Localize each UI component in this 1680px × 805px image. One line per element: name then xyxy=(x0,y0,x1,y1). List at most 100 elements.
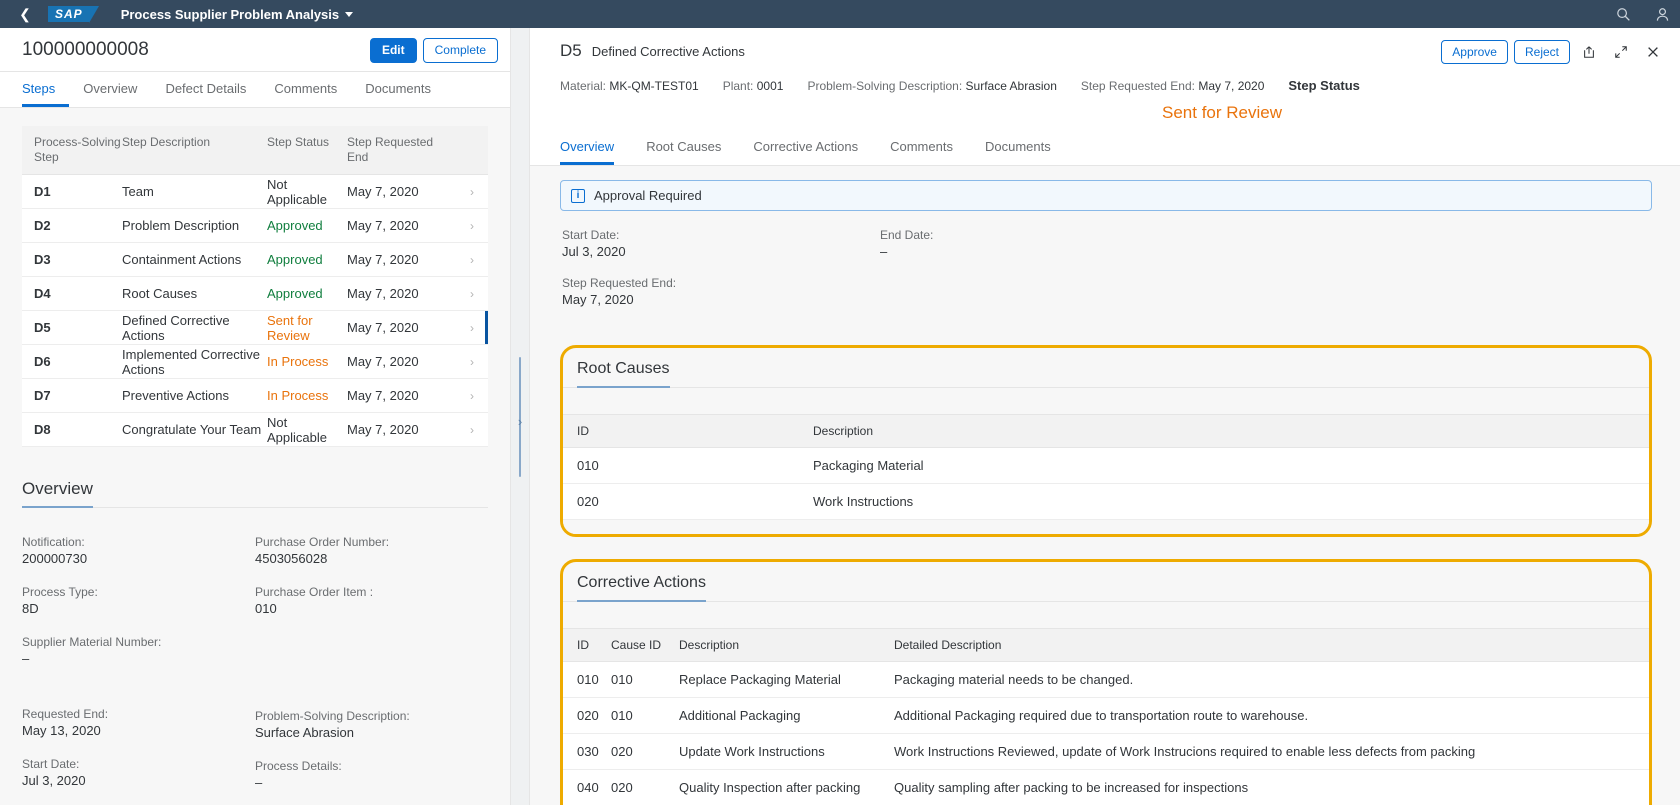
chevron-right-icon[interactable]: › xyxy=(457,253,487,267)
cell-ca-description: Quality Inspection after packing xyxy=(679,769,894,805)
table-row[interactable]: 010 Packaging Material xyxy=(563,447,1649,484)
cell-end: May 7, 2020 xyxy=(347,422,419,437)
tab-comments[interactable]: Comments xyxy=(274,72,351,107)
detail-date-fields: Start Date: Jul 3, 2020 Step Requested E… xyxy=(560,227,1652,323)
edit-button[interactable]: Edit xyxy=(369,38,417,63)
right-panel: D5 Defined Corrective Actions Approve Re… xyxy=(530,28,1680,805)
cell-ca-cause-id: 010 xyxy=(611,697,679,734)
col-rc-description[interactable]: Description xyxy=(813,414,1649,448)
meta-step-requested-end: Step Requested End: May 7, 2020 xyxy=(1080,79,1265,93)
cell-ca-detail: Quality sampling after packing to be inc… xyxy=(894,769,1649,805)
chevron-right-icon[interactable]: › xyxy=(457,355,487,369)
cell-step: D5 xyxy=(34,320,51,335)
corrective-actions-title: Corrective Actions xyxy=(577,574,706,602)
table-row[interactable]: 030 020 Update Work Instructions Work In… xyxy=(563,733,1649,770)
cell-desc: Root Causes xyxy=(122,286,198,301)
cell-desc: Containment Actions xyxy=(122,252,242,267)
cell-ca-id: 030 xyxy=(563,733,611,770)
workspace: 100000000008 Edit Complete Steps Overvie… xyxy=(0,28,1680,805)
cell-desc: Implemented Corrective Actions xyxy=(122,346,260,377)
left-scroll-area[interactable]: Process-Solving Step Step Description St… xyxy=(0,108,510,805)
approve-button[interactable]: Approve xyxy=(1441,40,1508,64)
back-icon[interactable]: ❮ xyxy=(12,3,38,25)
tab-documents[interactable]: Documents xyxy=(365,72,445,107)
tab-defect-details[interactable]: Defect Details xyxy=(165,72,260,107)
cell-status: Approved xyxy=(267,252,323,267)
table-row[interactable]: D8 Congratulate Your Team Not Applicable… xyxy=(22,413,488,447)
chevron-right-icon[interactable]: › xyxy=(457,287,487,301)
left-panel: 100000000008 Edit Complete Steps Overvie… xyxy=(0,28,510,805)
table-row[interactable]: D2 Problem Description Approved May 7, 2… xyxy=(22,209,488,243)
cell-ca-id: 040 xyxy=(563,769,611,805)
table-row[interactable]: D3 Containment Actions Approved May 7, 2… xyxy=(22,243,488,277)
cell-ca-detail: Packaging material needs to be changed. xyxy=(894,661,1649,698)
cell-ca-cause-id: 010 xyxy=(611,661,679,698)
field-process-details: Process Details: – xyxy=(255,759,342,790)
search-icon[interactable] xyxy=(1616,7,1631,22)
cell-end: May 7, 2020 xyxy=(347,354,419,369)
chevron-right-icon[interactable]: › xyxy=(457,389,487,403)
field-purchase-order-item: Purchase Order Item : 010 xyxy=(255,585,374,616)
table-row[interactable]: 010 010 Replace Packaging Material Packa… xyxy=(563,661,1649,698)
col-rc-id[interactable]: ID xyxy=(563,414,813,448)
full-screen-icon[interactable] xyxy=(1608,40,1634,64)
col-step-requested-end: Step Requested End xyxy=(347,135,434,164)
cell-end: May 7, 2020 xyxy=(347,388,419,403)
chevron-right-icon[interactable]: › xyxy=(457,219,487,233)
tab-detail-documents[interactable]: Documents xyxy=(985,139,1051,165)
app-title-menu[interactable]: Process Supplier Problem Analysis xyxy=(120,6,354,22)
meta-material: Material: MK-QM-TEST01 xyxy=(560,79,699,93)
chevron-right-icon[interactable]: › xyxy=(518,414,522,429)
cell-step: D4 xyxy=(34,286,51,301)
col-ca-id[interactable]: ID xyxy=(563,628,611,662)
table-row-selected[interactable]: D5 Defined Corrective Actions Sent for R… xyxy=(22,311,488,345)
detail-step-title: Defined Corrective Actions xyxy=(591,44,745,59)
table-row[interactable]: 020 Work Instructions xyxy=(563,483,1649,520)
table-row[interactable]: D7 Preventive Actions In Process May 7, … xyxy=(22,379,488,413)
cell-status: In Process xyxy=(267,354,329,369)
meta-problem-solving-description: Problem-Solving Description: Surface Abr… xyxy=(807,79,1057,93)
panel-splitter[interactable]: › xyxy=(510,28,530,805)
cell-rc-id: 010 xyxy=(563,447,813,484)
tab-steps[interactable]: Steps xyxy=(22,72,70,107)
close-icon[interactable] xyxy=(1640,40,1666,64)
meta-step-status-label: Step Status xyxy=(1288,78,1360,93)
table-row[interactable]: 040 020 Quality Inspection after packing… xyxy=(563,769,1649,805)
user-icon[interactable] xyxy=(1655,7,1670,22)
col-ca-cause-id[interactable]: Cause ID xyxy=(611,628,679,662)
table-row[interactable]: 020 010 Additional Packaging Additional … xyxy=(563,697,1649,734)
tab-detail-comments[interactable]: Comments xyxy=(890,139,953,165)
field-supplier-material-number: Supplier Material Number: – xyxy=(22,635,162,666)
cell-ca-description: Replace Packaging Material xyxy=(679,661,894,698)
tab-detail-corrective-actions[interactable]: Corrective Actions xyxy=(753,139,858,165)
detail-header: D5 Defined Corrective Actions Approve Re… xyxy=(530,28,1680,123)
shell-actions xyxy=(1616,0,1670,28)
complete-button[interactable]: Complete xyxy=(422,38,498,63)
field-detail-step-requested-end: Step Requested End: May 7, 2020 xyxy=(562,276,677,307)
chevron-right-icon[interactable]: › xyxy=(457,185,487,199)
chevron-down-icon xyxy=(345,11,354,17)
cell-end: May 7, 2020 xyxy=(347,252,419,267)
field-detail-end-date: End Date: – xyxy=(880,228,934,259)
detail-scroll-area[interactable]: i Approval Required Start Date: Jul 3, 2… xyxy=(530,166,1680,805)
cell-end: May 7, 2020 xyxy=(347,184,419,199)
chevron-right-icon[interactable]: › xyxy=(457,321,487,335)
reject-button[interactable]: Reject xyxy=(1513,40,1570,64)
col-ca-detailed-description[interactable]: Detailed Description xyxy=(894,628,1649,662)
tab-overview[interactable]: Overview xyxy=(83,72,151,107)
overview-section: Overview Notification: 200000730 Process… xyxy=(0,479,488,805)
col-process-solving-step: Process-Solving Step xyxy=(34,135,121,164)
detail-actions: Approve Reject xyxy=(1441,40,1666,64)
col-ca-description[interactable]: Description xyxy=(679,628,894,662)
status-badge-row: Sent for Review xyxy=(560,103,1666,123)
tab-detail-root-causes[interactable]: Root Causes xyxy=(646,139,721,165)
chevron-right-icon[interactable]: › xyxy=(457,423,487,437)
table-row[interactable]: D6 Implemented Corrective Actions In Pro… xyxy=(22,345,488,379)
tab-detail-overview[interactable]: Overview xyxy=(560,139,615,165)
share-icon[interactable] xyxy=(1576,40,1602,64)
cell-ca-id: 010 xyxy=(563,661,611,698)
cell-status: Sent for Review xyxy=(267,312,313,343)
app-title: Process Supplier Problem Analysis xyxy=(120,6,340,22)
table-row[interactable]: D4 Root Causes Approved May 7, 2020 › xyxy=(22,277,488,311)
table-row[interactable]: D1 Team Not Applicable May 7, 2020 › xyxy=(22,175,488,209)
